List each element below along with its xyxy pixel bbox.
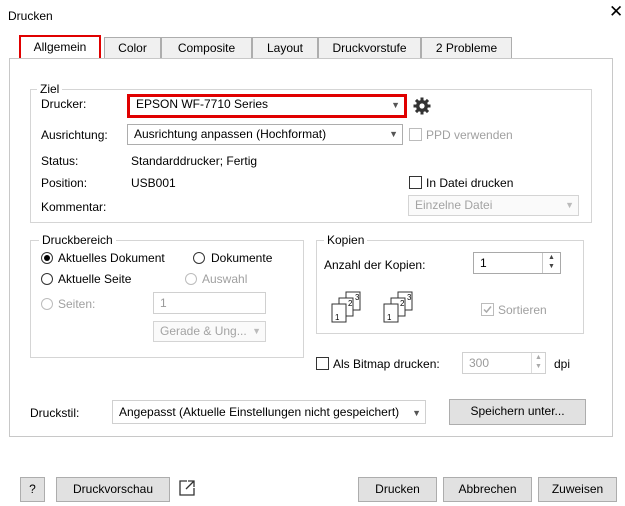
external-window-icon[interactable] [178,479,196,497]
sortieren-label: Sortieren [498,303,547,317]
ppd-label: PPD verwenden [426,128,513,142]
drucker-value: EPSON WF-7710 Series [136,97,269,111]
drucken-button[interactable]: Drucken [358,477,437,502]
checkmark-icon [483,306,492,314]
chevron-down-icon: ▼ [565,200,574,210]
chevron-down-icon: ▼ [252,326,261,336]
gerade-ungerade-dropdown[interactable]: Gerade & Ung... ▼ [153,321,266,342]
window-title: Drucken [8,9,53,23]
druckstil-value: Angepasst (Aktuelle Einstellungen nicht … [119,405,400,419]
dpi-spinner[interactable]: ▲ ▼ [531,353,545,373]
drucker-label: Drucker: [41,97,87,111]
dokumente-label: Dokumente [211,251,273,265]
close-icon[interactable]: ✕ [609,3,623,21]
druckstil-dropdown[interactable]: Angepasst (Aktuelle Einstellungen nicht … [112,400,426,424]
svg-text:1: 1 [335,313,340,322]
auswahl-radio[interactable] [185,273,197,285]
ppd-checkbox[interactable] [409,128,422,141]
help-button[interactable]: ? [20,477,45,502]
druckstil-label: Druckstil: [30,406,80,420]
aktuelles-dokument-label: Aktuelles Dokument [58,251,165,265]
anzahl-kopien-label: Anzahl der Kopien: [324,258,426,272]
svg-text:2: 2 [400,299,405,308]
einzelne-datei-dropdown[interactable]: Einzelne Datei ▼ [408,195,579,216]
auswahl-label: Auswahl [202,272,248,286]
tab-druckvorstufe[interactable]: Druckvorstufe [318,37,421,59]
speichern-unter-button[interactable]: Speichern unter... [449,399,586,425]
position-label: Position: [41,176,88,190]
tab-color[interactable]: Color [104,37,161,59]
abbrechen-button[interactable]: Abbrechen [443,477,532,502]
status-label: Status: [41,154,79,168]
aktuelle-seite-radio[interactable] [41,273,53,285]
collate-pages-icon: 3 2 1 3 2 1 [328,290,438,328]
tab-layout[interactable]: Layout [252,37,318,59]
in-datei-checkbox[interactable] [409,176,422,189]
anzahl-kopien-spinner[interactable]: ▲ ▼ [542,253,560,273]
ausrichtung-label: Ausrichtung: [41,128,108,142]
dpi-unit: dpi [554,357,571,371]
gerade-ungerade-value: Gerade & Ung... [160,324,247,338]
sortieren-checkbox[interactable] [481,303,494,316]
druckvorschau-button[interactable]: Druckvorschau [56,477,170,502]
seiten-input[interactable]: 1 [153,292,266,314]
bitmap-label: Als Bitmap drucken: [333,357,440,371]
ausrichtung-value: Ausrichtung anpassen (Hochformat) [134,127,327,141]
tab-composite[interactable]: Composite [161,37,252,59]
aktuelles-dokument-radio[interactable] [41,252,53,264]
bitmap-checkbox[interactable] [316,357,329,370]
kopien-group-label: Kopien [324,233,368,247]
ziel-group-label: Ziel [37,82,63,96]
drucker-dropdown[interactable]: EPSON WF-7710 Series ▼ [127,94,407,118]
aktuelle-seite-label: Aktuelle Seite [58,272,132,286]
seiten-radio[interactable] [41,298,53,310]
gear-icon[interactable] [412,96,432,116]
tab-allgemein[interactable]: Allgemein [19,35,101,60]
druckbereich-group-label: Druckbereich [39,233,116,247]
einzelne-datei-value: Einzelne Datei [415,198,493,212]
status-value: Standarddrucker; Fertig [131,154,258,168]
zuweisen-button[interactable]: Zuweisen [538,477,617,502]
ausrichtung-dropdown[interactable]: Ausrichtung anpassen (Hochformat) ▼ [127,124,403,145]
svg-text:3: 3 [355,293,360,302]
chevron-down-icon: ▼ [389,129,398,139]
chevron-down-icon: ▼ [391,100,400,110]
position-value: USB001 [131,176,176,190]
svg-text:1: 1 [387,313,392,322]
chevron-down-icon: ▼ [412,408,421,418]
seiten-label: Seiten: [58,297,96,311]
dokumente-radio[interactable] [193,252,205,264]
svg-text:3: 3 [407,293,412,302]
tab-2-probleme[interactable]: 2 Probleme [421,37,512,59]
kommentar-label: Kommentar: [41,200,107,214]
svg-text:2: 2 [348,299,353,308]
in-datei-label: In Datei drucken [426,176,514,190]
